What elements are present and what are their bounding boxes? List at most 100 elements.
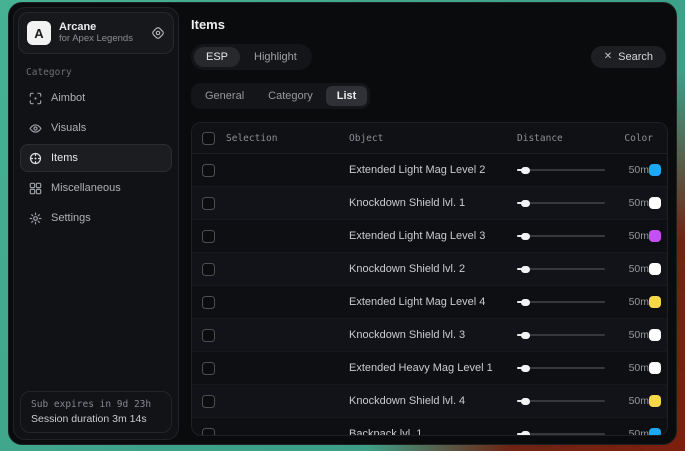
sidebar-item-label: Items: [51, 152, 78, 164]
distance-value: 50m: [609, 329, 649, 341]
color-swatch[interactable]: [649, 263, 661, 275]
slider-thumb[interactable]: [521, 233, 530, 240]
gear-icon: [29, 212, 42, 225]
distance-slider[interactable]: [517, 296, 605, 308]
sidebar-spacer: [18, 233, 174, 389]
column-header-selection: Selection: [226, 133, 349, 144]
compass-icon[interactable]: [151, 26, 165, 40]
page-title: Items: [191, 17, 668, 32]
slider-thumb[interactable]: [521, 365, 530, 372]
slider-thumb[interactable]: [521, 332, 530, 339]
search-button-label: Search: [618, 51, 653, 63]
brand-card: A Arcane for Apex Legends: [18, 12, 174, 54]
search-icon: ✕: [604, 52, 612, 62]
view-tab-list[interactable]: List: [326, 86, 368, 106]
app-window: A Arcane for Apex Legends Category Aimbo…: [8, 2, 677, 445]
row-checkbox[interactable]: [202, 296, 215, 309]
mode-tab-group: ESP Highlight: [191, 44, 312, 70]
row-checkbox[interactable]: [202, 395, 215, 408]
row-checkbox[interactable]: [202, 164, 215, 177]
crosshair-icon: [29, 92, 42, 105]
app-logo-letter: A: [34, 26, 43, 41]
select-all-checkbox[interactable]: [202, 132, 215, 145]
sidebar-item-miscellaneous[interactable]: Miscellaneous: [20, 174, 172, 202]
main-panel: Items ESP Highlight ✕ Search General Cat…: [179, 7, 672, 440]
color-swatch[interactable]: [649, 329, 661, 341]
table-row: Knockdown Shield lvl. 2 50m: [192, 253, 667, 286]
color-swatch[interactable]: [649, 296, 661, 308]
slider-track: [517, 367, 605, 369]
row-checkbox[interactable]: [202, 197, 215, 210]
sidebar: A Arcane for Apex Legends Category Aimbo…: [13, 7, 179, 440]
object-name: Knockdown Shield lvl. 3: [349, 329, 517, 341]
distance-slider[interactable]: [517, 428, 605, 436]
table-row: Extended Light Mag Level 3 50m: [192, 220, 667, 253]
category-section-label: Category: [26, 67, 166, 78]
view-tab-general[interactable]: General: [194, 86, 255, 106]
table-body: Extended Light Mag Level 2 50m Knockdown…: [192, 154, 667, 436]
toolbar: ESP Highlight ✕ Search: [191, 44, 666, 70]
distance-value: 50m: [609, 197, 649, 209]
color-swatch[interactable]: [649, 197, 661, 209]
row-checkbox[interactable]: [202, 428, 215, 437]
brand-text: Arcane for Apex Legends: [59, 21, 133, 45]
sidebar-item-settings[interactable]: Settings: [20, 204, 172, 232]
distance-value: 50m: [609, 395, 649, 407]
sidebar-item-label: Settings: [51, 212, 91, 224]
distance-slider[interactable]: [517, 329, 605, 341]
color-swatch[interactable]: [649, 395, 661, 407]
object-name: Knockdown Shield lvl. 4: [349, 395, 517, 407]
object-name: Knockdown Shield lvl. 2: [349, 263, 517, 275]
search-button[interactable]: ✕ Search: [591, 46, 666, 68]
slider-track: [517, 268, 605, 270]
sidebar-item-label: Visuals: [51, 122, 86, 134]
distance-value: 50m: [609, 263, 649, 275]
sidebar-item-aimbot[interactable]: Aimbot: [20, 84, 172, 112]
row-checkbox[interactable]: [202, 329, 215, 342]
distance-slider[interactable]: [517, 362, 605, 374]
slider-thumb[interactable]: [521, 200, 530, 207]
mode-tab-highlight[interactable]: Highlight: [242, 47, 309, 67]
slider-track: [517, 202, 605, 204]
object-name: Extended Light Mag Level 4: [349, 296, 517, 308]
slider-track: [517, 169, 605, 171]
distance-slider[interactable]: [517, 263, 605, 275]
object-name: Extended Light Mag Level 3: [349, 230, 517, 242]
distance-slider[interactable]: [517, 230, 605, 242]
sidebar-item-label: Aimbot: [51, 92, 85, 104]
mode-tab-esp[interactable]: ESP: [194, 47, 240, 67]
slider-thumb[interactable]: [521, 431, 530, 437]
app-subtitle: for Apex Legends: [59, 34, 133, 44]
table-row: Knockdown Shield lvl. 1 50m: [192, 187, 667, 220]
table-row: Knockdown Shield lvl. 4 50m: [192, 385, 667, 418]
slider-track: [517, 235, 605, 237]
row-checkbox[interactable]: [202, 263, 215, 276]
table-row: Extended Heavy Mag Level 1 50m: [192, 352, 667, 385]
sidebar-item-visuals[interactable]: Visuals: [20, 114, 172, 142]
distance-slider[interactable]: [517, 395, 605, 407]
session-duration-text: Session duration 3m 14s: [31, 413, 161, 425]
row-checkbox[interactable]: [202, 230, 215, 243]
color-swatch[interactable]: [649, 164, 661, 176]
distance-slider[interactable]: [517, 197, 605, 209]
color-swatch[interactable]: [649, 230, 661, 242]
slider-thumb[interactable]: [521, 299, 530, 306]
color-swatch[interactable]: [649, 428, 661, 436]
row-checkbox[interactable]: [202, 362, 215, 375]
slider-thumb[interactable]: [521, 398, 530, 405]
slider-thumb[interactable]: [521, 266, 530, 273]
column-header-color: Color: [609, 133, 657, 144]
object-name: Backpack lvl. 1: [349, 428, 517, 436]
object-name: Extended Heavy Mag Level 1: [349, 362, 517, 374]
slider-thumb[interactable]: [521, 167, 530, 174]
slider-track: [517, 433, 605, 435]
distance-value: 50m: [609, 362, 649, 374]
view-tab-category[interactable]: Category: [257, 86, 324, 106]
distance-value: 50m: [609, 164, 649, 176]
distance-value: 50m: [609, 230, 649, 242]
sidebar-item-items[interactable]: Items: [20, 144, 172, 172]
color-swatch[interactable]: [649, 362, 661, 374]
session-info-card: Sub expires in 9d 23h Session duration 3…: [20, 391, 172, 433]
table-row: Extended Light Mag Level 2 50m: [192, 154, 667, 187]
distance-slider[interactable]: [517, 164, 605, 176]
